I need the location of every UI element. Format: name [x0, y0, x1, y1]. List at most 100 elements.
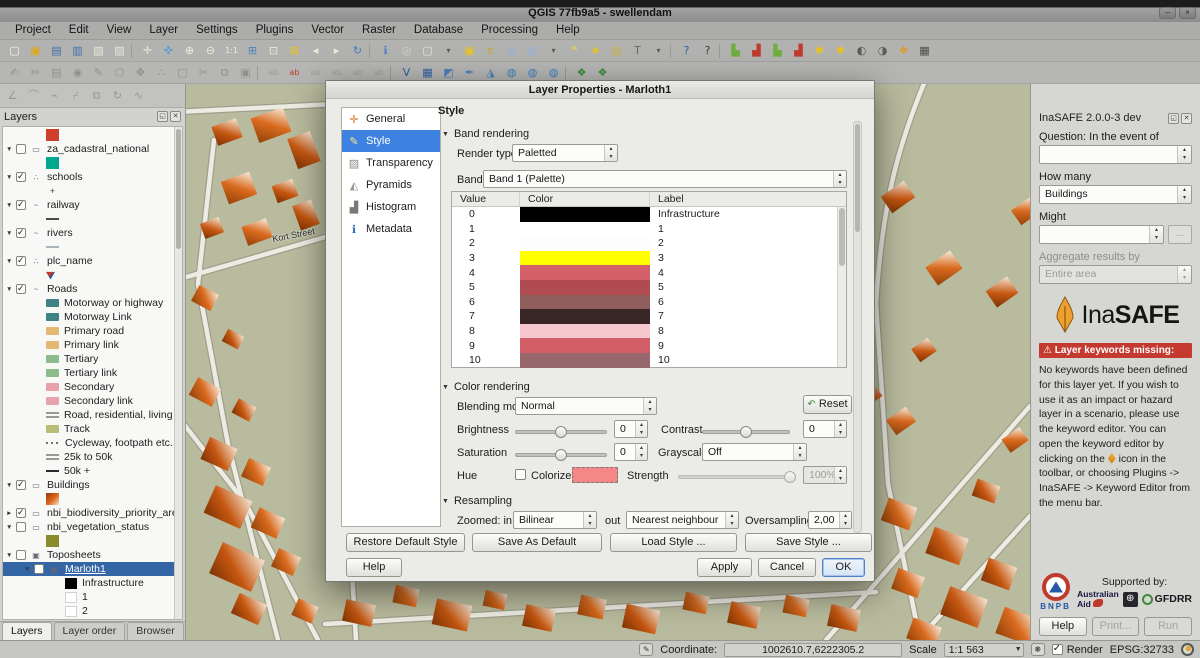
- spin-arrows-icon[interactable]: [1177, 146, 1191, 163]
- resampling-section[interactable]: ▼Resampling: [442, 495, 512, 507]
- expand-arrow-icon[interactable]: ▼: [6, 230, 16, 237]
- new-project-icon[interactable]: ▢: [5, 41, 24, 60]
- deselect-features-icon[interactable]: ▣: [460, 41, 479, 60]
- delete-selected-icon[interactable]: ▢: [173, 63, 192, 82]
- palette-color-swatch[interactable]: [520, 324, 650, 339]
- palette-row[interactable]: 6 6: [452, 295, 846, 310]
- color-rendering-section[interactable]: ▼Color rendering: [442, 381, 530, 393]
- colorize-checkbox[interactable]: [515, 469, 526, 480]
- ok-button[interactable]: OK: [822, 558, 865, 577]
- expand-arrow-icon[interactable]: ▼: [24, 566, 34, 573]
- expand-arrow-icon[interactable]: ▼: [6, 286, 16, 293]
- palette-label[interactable]: 3: [650, 252, 846, 264]
- zoom-last-icon[interactable]: ◂: [306, 41, 325, 60]
- layer-tree-row[interactable]: [3, 534, 182, 548]
- exposure-select[interactable]: Buildings: [1039, 185, 1192, 204]
- layer-tree-row[interactable]: ▼ ~ railway: [3, 198, 182, 212]
- palette-row[interactable]: 8 8: [452, 324, 846, 339]
- layer-tree-row[interactable]: ▼ ∴ schools: [3, 170, 182, 184]
- select-dropdown-icon[interactable]: ▾: [439, 41, 458, 60]
- dialog-tab[interactable]: ▨ Transparency: [342, 152, 440, 174]
- palette-label[interactable]: 4: [650, 267, 846, 279]
- palette-row[interactable]: 2 2: [452, 236, 846, 251]
- attribute-table-icon[interactable]: ▦: [502, 41, 521, 60]
- function-select[interactable]: [1039, 225, 1164, 244]
- spin-arrows-icon[interactable]: [643, 398, 656, 414]
- map-tips-icon[interactable]: ❝: [565, 41, 584, 60]
- palette-label[interactable]: 10: [650, 354, 846, 366]
- dialog-tab[interactable]: ✎ Style: [342, 130, 440, 152]
- palette-color-swatch[interactable]: [520, 353, 650, 368]
- palette-color-swatch[interactable]: [520, 236, 650, 251]
- capture-point-icon[interactable]: ◉: [68, 63, 87, 82]
- strength-slider[interactable]: [678, 475, 796, 479]
- save-edits-icon[interactable]: ▤: [47, 63, 66, 82]
- saturation-spinbox[interactable]: 0: [614, 443, 648, 461]
- layer-tree-row[interactable]: Road, residential, living street, ...: [3, 408, 182, 422]
- band-select[interactable]: Band 1 (Palette): [483, 170, 847, 188]
- colorize-color-swatch[interactable]: [572, 467, 618, 483]
- menu-item[interactable]: Vector: [302, 22, 353, 39]
- menu-item[interactable]: Database: [405, 22, 472, 39]
- layer-tree-row[interactable]: ▼ ∴ plc_name: [3, 254, 182, 268]
- palette-color-swatch[interactable]: [520, 265, 650, 280]
- open-project-icon[interactable]: ▣: [26, 41, 45, 60]
- layer-tree-scrollbar[interactable]: [174, 127, 182, 619]
- expand-arrow-icon[interactable]: ▼: [6, 552, 16, 559]
- sep[interactable]: [719, 44, 724, 58]
- zoomed-in-select[interactable]: Bilinear: [513, 511, 597, 529]
- palette-row[interactable]: 1 1: [452, 222, 846, 237]
- inasafe-save-scenario-icon[interactable]: ❖: [894, 41, 913, 60]
- crs-status-icon[interactable]: [1181, 643, 1194, 656]
- layer-visibility-checkbox[interactable]: [16, 508, 26, 518]
- layer-tree-row[interactable]: [3, 268, 182, 282]
- layer-tree-row[interactable]: Cycleway, footpath etc.: [3, 436, 182, 450]
- menu-item[interactable]: Project: [6, 22, 60, 39]
- float-panel-icon[interactable]: ◱: [1168, 113, 1179, 124]
- spin-arrows-icon[interactable]: [583, 512, 596, 528]
- epsg-status[interactable]: EPSG:32733: [1110, 644, 1174, 656]
- simplify-feature-icon[interactable]: ∿: [129, 86, 148, 105]
- palette-label[interactable]: 7: [650, 310, 846, 322]
- palette-table[interactable]: Value Color Label 0 Infrastructure 1 1 2…: [451, 191, 847, 368]
- palette-color-swatch[interactable]: [520, 295, 650, 310]
- dialog-title[interactable]: Layer Properties - Marloth1: [326, 81, 874, 99]
- palette-label[interactable]: 2: [650, 237, 846, 249]
- sep[interactable]: [369, 44, 374, 58]
- node-tool-icon[interactable]: ∴: [152, 63, 171, 82]
- layer-tree-row[interactable]: ▼ ▭ Buildings: [3, 478, 182, 492]
- layer-tree-row[interactable]: Motorway or highway: [3, 296, 182, 310]
- contrast-spinbox[interactable]: 0: [803, 420, 847, 438]
- palette-row[interactable]: 7 7: [452, 309, 846, 324]
- move-feature-icon[interactable]: ✥: [131, 63, 150, 82]
- layer-tree-row[interactable]: ▼ ▦ Marloth1: [3, 562, 182, 576]
- pan-to-selection-icon[interactable]: ✜: [159, 41, 178, 60]
- capture-polygon-icon[interactable]: ⬠: [110, 63, 129, 82]
- sep[interactable]: [257, 66, 262, 80]
- apply-button[interactable]: Apply: [697, 558, 752, 577]
- layer-tree-row[interactable]: 50k +: [3, 464, 182, 478]
- palette-color-swatch[interactable]: [520, 309, 650, 324]
- toolbar-options-icon[interactable]: ▾: [544, 41, 563, 60]
- expand-arrow-icon[interactable]: ▼: [6, 482, 16, 489]
- layer-tree-row[interactable]: ▼ ▭ nbi_vegetation_status: [3, 520, 182, 534]
- layer-tree-row[interactable]: Primary link: [3, 338, 182, 352]
- layer-tree-row[interactable]: Tertiary: [3, 352, 182, 366]
- select-by-expression-icon[interactable]: ε: [481, 41, 500, 60]
- spin-arrows-icon[interactable]: [635, 421, 647, 437]
- layer-visibility-checkbox[interactable]: [16, 200, 26, 210]
- layer-tree-row[interactable]: 25k to 50k: [3, 450, 182, 464]
- offset-curve-icon[interactable]: ⌒: [24, 86, 43, 105]
- function-options-button[interactable]: ...: [1168, 225, 1192, 244]
- dialog-tab[interactable]: ▟ Histogram: [342, 196, 440, 218]
- layer-tree-row[interactable]: ▼ ~ rivers: [3, 226, 182, 240]
- grayscale-select[interactable]: Off: [702, 443, 807, 461]
- menu-item[interactable]: Raster: [353, 22, 405, 39]
- layer-visibility-checkbox[interactable]: [16, 256, 26, 266]
- layer-tree-row[interactable]: Infrastructure: [3, 576, 182, 590]
- saturation-slider[interactable]: [515, 453, 607, 457]
- layer-visibility-checkbox[interactable]: [16, 284, 26, 294]
- inasafe-dock-icon[interactable]: ▙: [726, 41, 745, 60]
- copy-features-icon[interactable]: ⧉: [215, 63, 234, 82]
- layer-tree-row[interactable]: Secondary: [3, 380, 182, 394]
